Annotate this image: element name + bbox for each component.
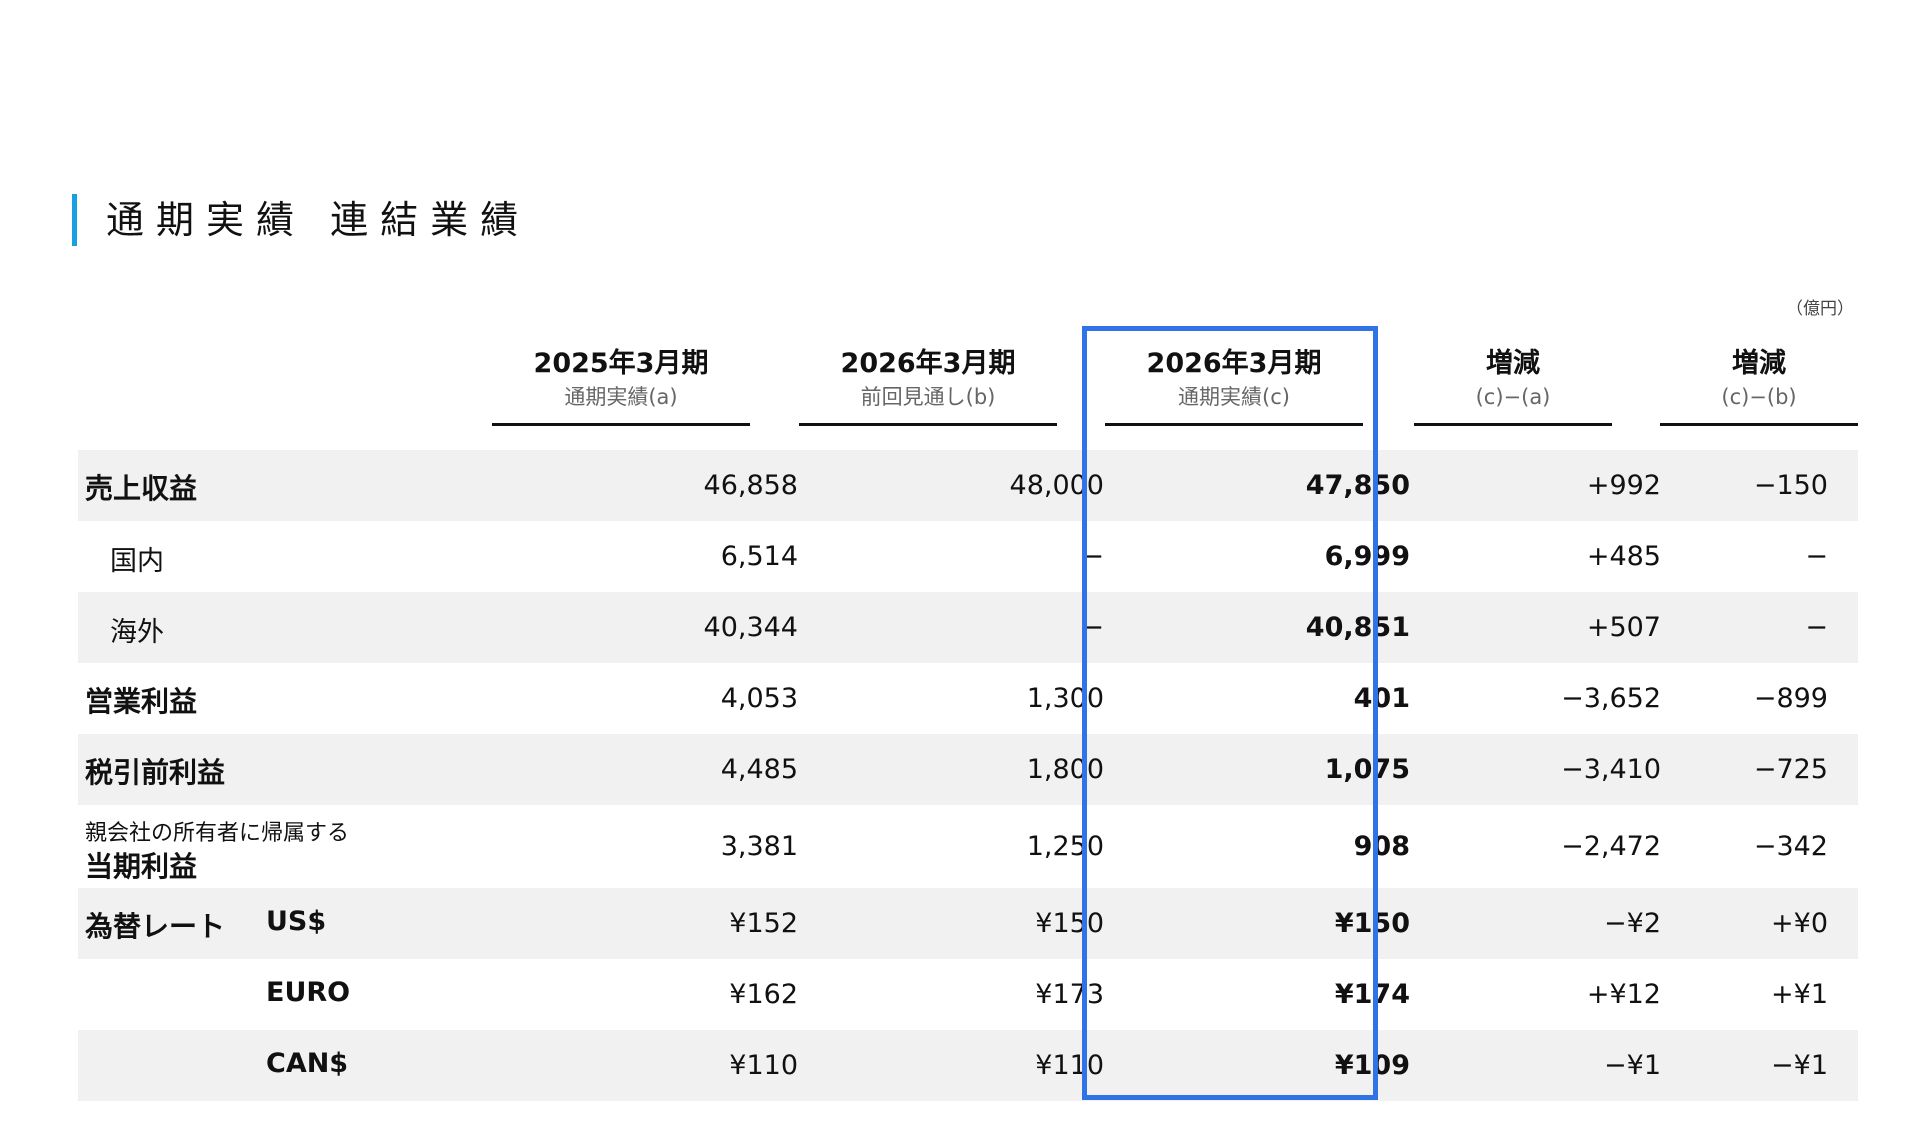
currency-label: US$	[266, 906, 327, 937]
col-header-change-ca: 増減 (c)−(a)	[1414, 345, 1612, 426]
col-header-rule	[799, 423, 1057, 426]
cell-value: 1,075	[1324, 754, 1410, 785]
cell-value: −¥2	[1604, 908, 1661, 939]
col-header-rule	[1414, 423, 1612, 426]
cell-value: 46,858	[703, 470, 798, 501]
cell-value: ¥109	[1334, 1050, 1410, 1081]
col-header-period: 2026年3月期	[1146, 348, 1322, 379]
cell-value: −3,652	[1561, 683, 1661, 714]
cell-value: 1,300	[1026, 683, 1104, 714]
cell-value: +¥1	[1771, 979, 1828, 1010]
col-header-period: 増減	[1486, 348, 1540, 379]
table-row-revenue: 売上収益 46,858 48,000 47,850 +992 −150	[78, 450, 1858, 521]
row-label: 海外	[110, 617, 164, 648]
title-accent-bar	[72, 194, 77, 246]
cell-value: +485	[1586, 541, 1661, 572]
cell-value: −3,410	[1561, 754, 1661, 785]
row-label: 営業利益	[85, 685, 198, 718]
table-row-fx-euro: EURO ¥162 ¥173 ¥174 +¥12 +¥1	[78, 959, 1858, 1030]
cell-value: −	[1081, 612, 1104, 643]
cell-value: −342	[1753, 831, 1828, 862]
cell-value: ¥150	[1334, 908, 1410, 939]
cell-value: 48,000	[1009, 470, 1104, 501]
table-row-fx-usd: 為替レート US$ ¥152 ¥150 ¥150 −¥2 +¥0	[78, 888, 1858, 959]
col-header-desc: (c)−(a)	[1475, 385, 1551, 409]
col-header-period: 2026年3月期	[840, 348, 1016, 379]
table-row-overseas: 海外 40,344 − 40,851 +507 −	[78, 592, 1858, 663]
cell-value: ¥110	[729, 1050, 798, 1081]
cell-value: 3,381	[720, 831, 798, 862]
table-row-pretax-profit: 税引前利益 4,485 1,800 1,075 −3,410 −725	[78, 734, 1858, 805]
cell-value: −725	[1753, 754, 1828, 785]
cell-value: 401	[1353, 683, 1410, 714]
cell-value: −2,472	[1561, 831, 1661, 862]
cell-value: +507	[1586, 612, 1661, 643]
row-label: 国内	[110, 546, 164, 577]
cell-value: 4,053	[720, 683, 798, 714]
col-header-desc: 通期実績(a)	[564, 385, 678, 409]
col-header-desc: 通期実績(c)	[1178, 385, 1290, 409]
currency-label: CAN$	[266, 1048, 349, 1079]
cell-value: −150	[1753, 470, 1828, 501]
col-header-change-cb: 増減 (c)−(b)	[1660, 345, 1858, 426]
cell-value: +992	[1586, 470, 1661, 501]
cell-value: 6,999	[1324, 541, 1410, 572]
table-row-fx-cad: CAN$ ¥110 ¥110 ¥109 −¥1 −¥1	[78, 1030, 1858, 1101]
col-header-desc: (c)−(b)	[1721, 385, 1797, 409]
cell-value: 6,514	[720, 541, 798, 572]
col-header-fy2025-actual: 2025年3月期 通期実績(a)	[492, 345, 750, 426]
cell-value: 1,250	[1026, 831, 1104, 862]
cell-value: 4,485	[720, 754, 798, 785]
cell-value: ¥150	[1035, 908, 1104, 939]
col-header-rule	[1105, 423, 1363, 426]
table-row-operating-profit: 営業利益 4,053 1,300 401 −3,652 −899	[78, 663, 1858, 734]
col-header-period: 増減	[1732, 348, 1786, 379]
cell-value: ¥174	[1334, 979, 1410, 1010]
row-label: 税引前利益	[85, 756, 226, 789]
row-label-prefix: 親会社の所有者に帰属する	[85, 821, 350, 846]
row-label: 為替レート	[85, 910, 226, 943]
col-header-desc: 前回見通し(b)	[860, 385, 996, 409]
cell-value: ¥152	[729, 908, 798, 939]
cell-value: +¥12	[1586, 979, 1661, 1010]
table-row-domestic: 国内 6,514 − 6,999 +485 −	[78, 521, 1858, 592]
col-header-fy2026-forecast: 2026年3月期 前回見通し(b)	[799, 345, 1057, 426]
col-header-fy2026-actual: 2026年3月期 通期実績(c)	[1105, 345, 1363, 426]
cell-value: −	[1805, 612, 1828, 643]
cell-value: 1,800	[1026, 754, 1104, 785]
cell-value: ¥110	[1035, 1050, 1104, 1081]
col-header-rule	[1660, 423, 1858, 426]
cell-value: −¥1	[1771, 1050, 1828, 1081]
cell-value: −¥1	[1604, 1050, 1661, 1081]
unit-label: （億円）	[1786, 299, 1854, 319]
col-header-rule	[492, 423, 750, 426]
cell-value: ¥162	[729, 979, 798, 1010]
page-title: 通期実績 連結業績	[106, 198, 531, 242]
row-label: 売上収益	[85, 472, 198, 505]
cell-value: 908	[1353, 831, 1410, 862]
col-header-period: 2025年3月期	[533, 348, 709, 379]
cell-value: 40,851	[1305, 612, 1410, 643]
currency-label: EURO	[266, 977, 351, 1008]
cell-value: 40,344	[703, 612, 798, 643]
cell-value: 47,850	[1305, 470, 1410, 501]
cell-value: −	[1081, 541, 1104, 572]
cell-value: ¥173	[1035, 979, 1104, 1010]
cell-value: −	[1805, 541, 1828, 572]
cell-value: +¥0	[1771, 908, 1828, 939]
cell-value: −899	[1753, 683, 1828, 714]
table-row-net-profit: 親会社の所有者に帰属する 当期利益 3,381 1,250 908 −2,472…	[78, 805, 1858, 888]
row-label: 当期利益	[85, 850, 198, 883]
